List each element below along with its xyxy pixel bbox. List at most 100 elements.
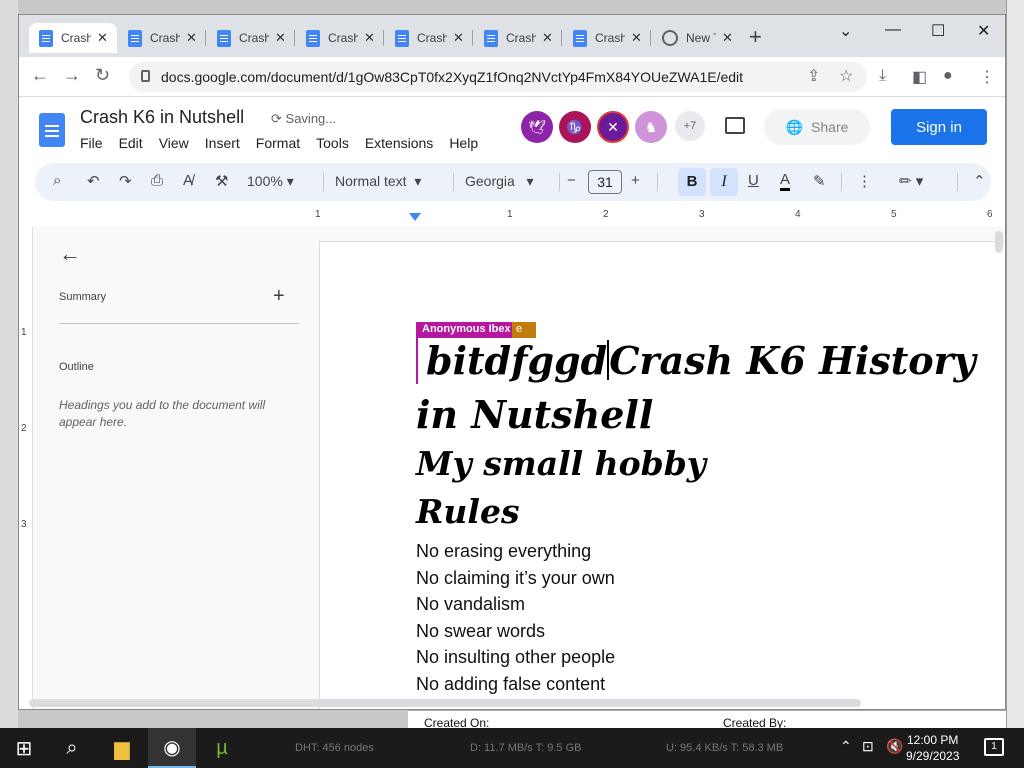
maximize-button[interactable]: ☐	[931, 21, 945, 41]
indent-marker[interactable]	[409, 213, 421, 221]
editing-mode-icon[interactable]: ✏ ▾	[899, 172, 923, 190]
tab-doc-7[interactable]: Crash K6 in Nutshell ✕	[563, 23, 651, 53]
close-icon[interactable]: ✕	[542, 30, 553, 46]
menu-view[interactable]: View	[159, 135, 189, 151]
italic-button[interactable]: I	[710, 168, 738, 196]
system-clock[interactable]: 12:00 PM 9/29/2023	[906, 732, 959, 764]
menu-help[interactable]: Help	[449, 135, 478, 151]
decrease-font-size-button[interactable]: −	[567, 172, 576, 189]
doc-title[interactable]: Crash K6 in Nutshell	[80, 107, 244, 128]
collapse-toolbar-icon[interactable]: ⌃	[973, 172, 986, 190]
list-item: No insulting other people	[416, 647, 616, 667]
close-icon[interactable]: ✕	[631, 30, 642, 46]
vertical-ruler: 1 2 3	[19, 227, 33, 709]
tab-new-tab[interactable]: New Tab ✕	[652, 23, 740, 53]
font-size-input[interactable]: 31	[588, 170, 622, 194]
tab-doc-4[interactable]: Crash K6 in Nutshell ✕	[296, 23, 384, 53]
profile-icon[interactable]: ●	[943, 67, 953, 85]
more-collaborators[interactable]: +7	[675, 111, 705, 141]
reload-icon[interactable]: ↻	[95, 65, 110, 86]
menu-icon[interactable]: ⋮	[979, 67, 995, 87]
comment-icon[interactable]	[725, 117, 745, 134]
vertical-scrollbar[interactable]	[995, 231, 1003, 253]
sign-in-button[interactable]: Sign in	[891, 109, 987, 145]
horizontal-scrollbar[interactable]	[29, 699, 861, 707]
tab-doc-3[interactable]: Crash K6 in Nutshell ✕	[207, 23, 295, 53]
increase-font-size-button[interactable]: +	[631, 172, 640, 189]
back-arrow-icon[interactable]: ←	[59, 241, 81, 267]
menu-file[interactable]: File	[80, 135, 103, 151]
close-icon[interactable]: ✕	[186, 30, 197, 46]
font-select[interactable]: Georgia ▾	[465, 173, 534, 190]
share-icon[interactable]: ⇪	[807, 66, 820, 86]
undo-icon[interactable]: ↶	[87, 172, 100, 190]
notification-icon[interactable]: 1	[984, 738, 1004, 756]
close-icon[interactable]: ✕	[453, 30, 464, 46]
share-button[interactable]: 🌐 Share	[764, 109, 870, 145]
chevron-down-icon: ▾	[414, 173, 422, 189]
chrome-icon[interactable]: ◉	[148, 728, 196, 768]
back-icon[interactable]: ←	[31, 65, 49, 86]
download-icon[interactable]: ⤓	[879, 67, 886, 85]
omnibox[interactable]: docs.google.com/document/d/1gOw83CpT0fx2…	[129, 62, 867, 92]
tab-doc-1[interactable]: Crash K6 in Nutshell ✕	[29, 23, 117, 53]
add-summary-button[interactable]: +	[273, 285, 285, 308]
collaborator-avatar[interactable]: 🕊	[521, 111, 553, 143]
windows-start-icon[interactable]: ⊞	[0, 728, 48, 768]
menu-format[interactable]: Format	[256, 135, 300, 151]
underline-button[interactable]: U	[748, 172, 759, 189]
subheading-rules[interactable]: Rules	[416, 492, 520, 531]
docs-icon	[217, 29, 231, 47]
tab-doc-6[interactable]: Crash K6 in Nutshell ✕	[474, 23, 562, 53]
tab-search-icon[interactable]: ⌄	[839, 21, 852, 41]
close-icon[interactable]: ✕	[275, 30, 286, 46]
ruler-label: 1	[21, 327, 27, 338]
docs-logo-icon[interactable]	[39, 113, 65, 147]
close-icon[interactable]: ✕	[97, 30, 108, 46]
tab-doc-5[interactable]: Crash K6 in Nutshell ✕	[385, 23, 473, 53]
collaborator-avatar[interactable]: ✕	[597, 111, 629, 143]
bold-button[interactable]: B	[678, 168, 706, 196]
subheading-hobby[interactable]: My small hobby	[416, 444, 706, 483]
saving-status: ⟳ Saving...	[271, 111, 336, 127]
file-explorer-icon[interactable]: ▆	[98, 728, 146, 768]
new-tab-button[interactable]: +	[749, 24, 762, 50]
search-icon[interactable]: ⌕	[48, 728, 96, 768]
close-window-button[interactable]: ✕	[977, 21, 990, 41]
zoom-select[interactable]: 100% ▾	[247, 173, 294, 190]
highlight-icon[interactable]: ✎	[813, 172, 826, 190]
horizontal-ruler[interactable]: 1 1 2 3 4 5 6	[19, 207, 1005, 227]
redo-icon[interactable]: ↷	[119, 172, 132, 190]
menu-insert[interactable]: Insert	[205, 135, 240, 151]
globe-icon	[662, 30, 678, 46]
utorrent-icon[interactable]: µ	[198, 728, 246, 768]
style-select[interactable]: Normal text ▾	[335, 173, 421, 190]
sidepanel-icon[interactable]: ◧	[912, 67, 927, 87]
tab-doc-2[interactable]: Crash K6 in Nutshell ✕	[118, 23, 206, 53]
document-page[interactable]: Anonymous Ibex e bitdfggdCrash K6 Histor…	[319, 241, 1005, 709]
document-title-heading[interactable]: bitdfggdCrash K6 History in Nutshell	[416, 334, 1005, 442]
close-icon[interactable]: ✕	[364, 30, 375, 46]
url-text[interactable]: docs.google.com/document/d/1gOw83CpT0fx2…	[161, 69, 743, 85]
more-options-icon[interactable]: ⋮	[857, 172, 872, 190]
menu-edit[interactable]: Edit	[119, 135, 143, 151]
network-icon[interactable]: ⊡	[862, 738, 874, 755]
search-icon[interactable]: ⌕	[53, 172, 61, 189]
minimize-button[interactable]: —	[885, 21, 901, 39]
docs-icon	[39, 29, 53, 47]
forward-icon[interactable]: →	[63, 65, 81, 86]
menu-extensions[interactable]: Extensions	[365, 135, 433, 151]
volume-icon[interactable]: 🔇	[886, 738, 903, 755]
lock-icon[interactable]	[141, 70, 150, 82]
collaborator-avatar[interactable]: ♑	[559, 111, 591, 143]
collaborator-avatar[interactable]: ♞	[635, 111, 667, 143]
paint-format-icon[interactable]: ⚒	[215, 172, 228, 190]
close-icon[interactable]: ✕	[722, 30, 733, 46]
menu-tools[interactable]: Tools	[316, 135, 349, 151]
print-icon[interactable]: ⎙	[151, 172, 163, 189]
text-color-button[interactable]: A	[780, 172, 791, 191]
rules-list[interactable]: No erasing everything No claiming it’s y…	[416, 538, 615, 697]
star-icon[interactable]: ☆	[839, 66, 853, 86]
spellcheck-icon[interactable]: A̸	[183, 172, 193, 189]
chevron-up-icon[interactable]: ⌃	[840, 738, 852, 755]
